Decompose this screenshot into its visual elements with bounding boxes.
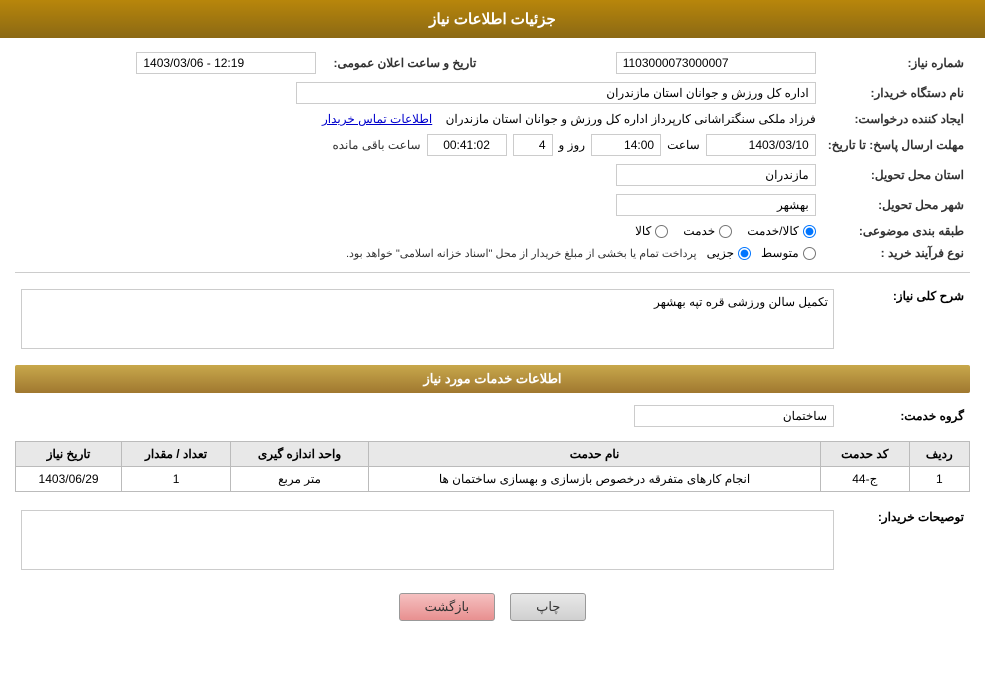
need-number-value: 1103000073000007	[616, 52, 816, 74]
back-button[interactable]: بازگشت	[399, 593, 495, 621]
need-desc-cell: تکمیل سالن ورزشی قره تپه بهشهر	[15, 281, 840, 357]
divider-1	[15, 272, 970, 273]
service-group-cell: ساختمان	[15, 401, 840, 431]
service-group-table: گروه خدمت: ساختمان	[15, 401, 970, 431]
buyer-notes-box	[21, 510, 834, 570]
purchase-type-cell: متوسط جزیی پرداخت تمام یا بخشی از مبلغ خ…	[15, 242, 822, 264]
requester-label: ایجاد کننده درخواست:	[822, 108, 970, 130]
category-cell: کالا/خدمت خدمت کالا	[15, 220, 822, 242]
need-desc-box: تکمیل سالن ورزشی قره تپه بهشهر	[21, 289, 834, 349]
delivery-city-cell: بهشهر	[15, 190, 822, 220]
reply-days-label: روز و	[559, 138, 586, 152]
remaining-time-value: 00:41:02	[427, 134, 507, 156]
buyer-org-cell: اداره کل ورزش و جوانان استان مازندران	[15, 78, 822, 108]
requester-value: فرزاد ملکی سنگتراشانی کارپرداز اداره کل …	[446, 112, 816, 126]
category-option-label: کالا/خدمت	[747, 224, 798, 238]
table-cell-unit: متر مربع	[230, 467, 368, 492]
col-header-date: تاریخ نیاز	[16, 442, 122, 467]
announce-datetime-label: تاریخ و ساعت اعلان عمومی:	[322, 48, 482, 78]
service-group-label: گروه خدمت:	[840, 401, 970, 431]
table-cell-code: ج-44	[821, 467, 910, 492]
buyer-notes-table: توصیحات خریدار:	[15, 502, 970, 578]
col-header-quantity: تعداد / مقدار	[122, 442, 231, 467]
reply-time: 14:00	[591, 134, 661, 156]
col-header-unit: واحد اندازه گیری	[230, 442, 368, 467]
contact-link[interactable]: اطلاعات تماس خریدار	[322, 112, 432, 126]
purchase-option-jozii[interactable]: جزیی	[707, 246, 751, 260]
reply-days: 4	[513, 134, 553, 156]
need-desc-label: شرح کلی نیاز:	[840, 281, 970, 357]
buyer-notes-label: توصیحات خریدار:	[840, 502, 970, 578]
col-header-code: کد حدمت	[821, 442, 910, 467]
need-desc-table: شرح کلی نیاز: تکمیل سالن ورزشی قره تپه ب…	[15, 281, 970, 357]
category-option-kala-khadamat[interactable]: کالا/خدمت	[747, 224, 815, 238]
services-table: ردیف کد حدمت نام حدمت واحد اندازه گیری ت…	[15, 441, 970, 492]
need-number-cell: 1103000073000007	[482, 48, 821, 78]
table-cell-row: 1	[909, 467, 969, 492]
need-desc-value: تکمیل سالن ورزشی قره تپه بهشهر	[654, 295, 828, 309]
delivery-city-value: بهشهر	[616, 194, 816, 216]
service-group-value: ساختمان	[634, 405, 834, 427]
basic-info-table: شماره نیاز: 1103000073000007 تاریخ و ساع…	[15, 48, 970, 264]
page-container: جزئیات اطلاعات نیاز شماره نیاز: 11030000…	[0, 0, 985, 691]
reply-time-label: ساعت	[667, 138, 700, 152]
table-row: 1ج-44انجام کارهای متفرقه درخصوص بازسازی …	[16, 467, 970, 492]
announce-datetime-value: 1403/03/06 - 12:19	[136, 52, 316, 74]
purchase-option-label: جزیی	[707, 246, 734, 260]
page-header: جزئیات اطلاعات نیاز	[0, 0, 985, 38]
buttons-row: بازگشت چاپ	[15, 593, 970, 621]
purchase-option-motavaset[interactable]: متوسط	[761, 246, 816, 260]
category-option-kala[interactable]: کالا	[635, 224, 668, 238]
need-desc-area: تکمیل سالن ورزشی قره تپه بهشهر	[21, 289, 834, 349]
delivery-city-label: شهر محل تحویل:	[822, 190, 970, 220]
category-option-label: خدمت	[683, 224, 715, 238]
main-content: شماره نیاز: 1103000073000007 تاریخ و ساع…	[0, 38, 985, 641]
delivery-province-value: مازندران	[616, 164, 816, 186]
table-cell-quantity: 1	[122, 467, 231, 492]
category-option-khadamat[interactable]: خدمت	[683, 224, 732, 238]
reply-deadline-cell: 1403/03/10 ساعت 14:00 روز و 4 00:41:02 س…	[15, 130, 822, 160]
requester-cell: فرزاد ملکی سنگتراشانی کارپرداز اداره کل …	[15, 108, 822, 130]
col-header-name: نام حدمت	[369, 442, 821, 467]
category-option-label: کالا	[635, 224, 651, 238]
services-section: ردیف کد حدمت نام حدمت واحد اندازه گیری ت…	[15, 441, 970, 492]
buyer-notes-cell	[15, 502, 840, 578]
buyer-org-value: اداره کل ورزش و جوانان استان مازندران	[296, 82, 816, 104]
table-cell-date: 1403/06/29	[16, 467, 122, 492]
purchase-type-label: نوع فرآیند خرید :	[822, 242, 970, 264]
purchase-option-label: متوسط	[761, 246, 799, 260]
purchase-note: پرداخت تمام یا بخشی از مبلغ خریدار از مح…	[346, 247, 697, 260]
col-header-row: ردیف	[909, 442, 969, 467]
reply-deadline-label: مهلت ارسال پاسخ: تا تاریخ:	[822, 130, 970, 160]
table-cell-name: انجام کارهای متفرقه درخصوص بازسازی و بهس…	[369, 467, 821, 492]
reply-date: 1403/03/10	[706, 134, 816, 156]
need-number-label: شماره نیاز:	[822, 48, 970, 78]
delivery-province-cell: مازندران	[15, 160, 822, 190]
remaining-label: ساعت باقی مانده	[332, 138, 420, 152]
page-title: جزئیات اطلاعات نیاز	[429, 11, 556, 28]
delivery-province-label: استان محل تحویل:	[822, 160, 970, 190]
category-label: طبقه بندی موضوعی:	[822, 220, 970, 242]
print-button[interactable]: چاپ	[510, 593, 586, 621]
buyer-org-label: نام دستگاه خریدار:	[822, 78, 970, 108]
announce-datetime-cell: 1403/03/06 - 12:19	[15, 48, 322, 78]
services-section-title: اطلاعات خدمات مورد نیاز	[15, 365, 970, 393]
